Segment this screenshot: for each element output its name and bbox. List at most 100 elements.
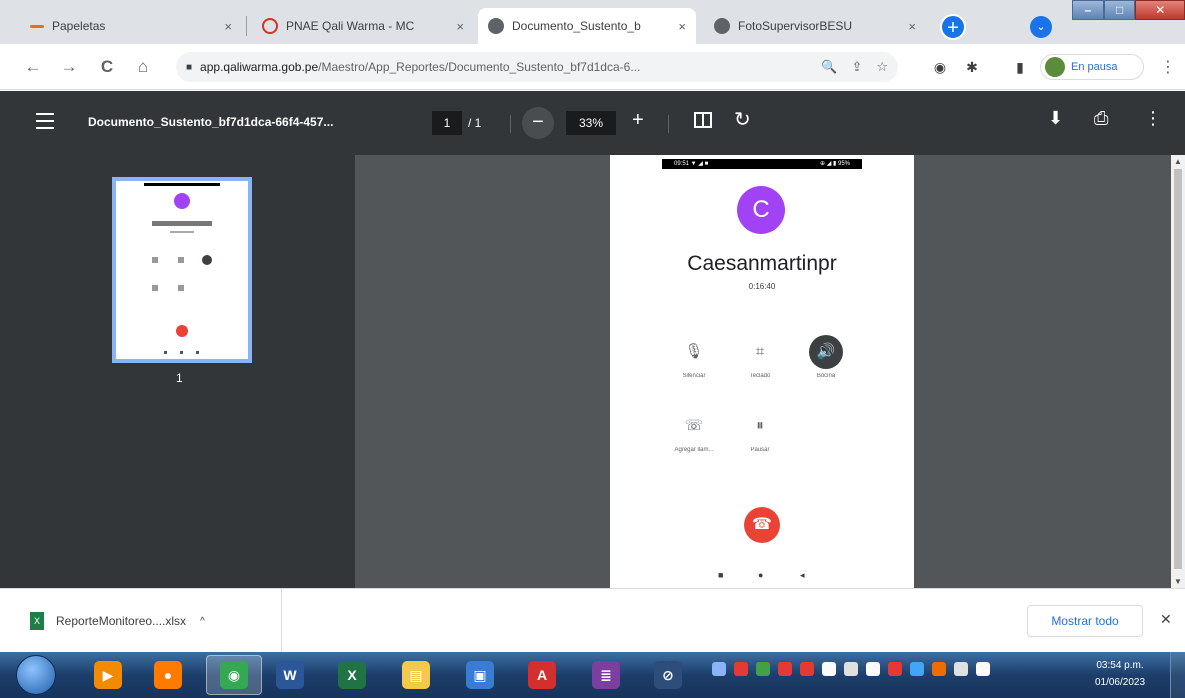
recents-nav-icon: ■: [718, 570, 724, 580]
tray-icon[interactable]: [954, 662, 968, 676]
status-left: 09:51 ▼ ◢ ■: [674, 161, 709, 167]
fit-to-page-icon[interactable]: [694, 112, 712, 128]
mute-control: 🎙 Silenciar: [664, 335, 724, 379]
tab-title: FotoSupervisorBESU: [738, 19, 853, 33]
download-shelf: X ReporteMonitoreo....xlsx ^ Mostrar tod…: [0, 588, 1185, 653]
bookmark-star-icon[interactable]: ☆: [876, 59, 888, 75]
tray-icon[interactable]: [932, 662, 946, 676]
print-icon[interactable]: ⎙: [1094, 108, 1108, 129]
taskbar-remote-button[interactable]: ▣: [452, 655, 508, 695]
scroll-up-icon[interactable]: ▲: [1174, 157, 1182, 166]
tray-icon[interactable]: [778, 662, 792, 676]
show-all-button[interactable]: Mostrar todo: [1027, 605, 1143, 637]
tab-title: Papeletas: [52, 19, 106, 33]
taskbar-explorer-button[interactable]: ▤: [388, 655, 444, 695]
tab-qali-warma[interactable]: PNAE Qali Warma - MC ×: [252, 8, 474, 44]
firefox-icon: ●: [154, 661, 182, 689]
chevron-up-icon[interactable]: ^: [200, 616, 205, 627]
acrobat-icon: A: [528, 661, 556, 689]
windows-taskbar: ▶ ● ◉ W X ▤ ▣ A ≣ ⊘ 03:54 p.m. 01/06/2023: [0, 652, 1185, 698]
clock[interactable]: 03:54 p.m. 01/06/2023: [1086, 657, 1154, 691]
pdf-scrollbar[interactable]: ▲ ▼: [1171, 155, 1185, 588]
safari-icon: ⊘: [654, 661, 682, 689]
tray-icon[interactable]: [822, 662, 836, 676]
start-button[interactable]: [16, 655, 56, 695]
tab-close-icon[interactable]: ×: [224, 19, 232, 34]
reload-button[interactable]: C: [96, 56, 118, 78]
tab-papeletas[interactable]: Papeletas ×: [20, 8, 242, 44]
forward-button[interactable]: →: [58, 56, 80, 78]
tray-icon[interactable]: [844, 662, 858, 676]
tray-icon[interactable]: [910, 662, 924, 676]
zoom-out-button[interactable]: −: [522, 107, 554, 139]
contact-avatar: C: [737, 186, 785, 234]
zoom-icon[interactable]: 🔍: [821, 59, 837, 75]
download-item[interactable]: X ReporteMonitoreo....xlsx ^: [0, 589, 282, 653]
papeletas-favicon-icon: [30, 24, 44, 28]
taskbar-word-button[interactable]: W: [262, 655, 318, 695]
clock-time: 03:54 p.m.: [1096, 660, 1144, 671]
side-panel-icon[interactable]: ▮: [1010, 57, 1030, 77]
scroll-down-icon[interactable]: ▼: [1174, 577, 1182, 586]
tab-foto-supervisor[interactable]: FotoSupervisorBESU ×: [704, 8, 926, 44]
puzzle-icon[interactable]: ✱: [962, 57, 982, 77]
taskbar-media-player-button[interactable]: ▶: [80, 655, 136, 695]
winrar-icon: ≣: [592, 661, 620, 689]
browser-menu-icon[interactable]: ⋮: [1160, 57, 1176, 77]
close-shelf-icon[interactable]: ✕: [1160, 611, 1172, 628]
tray-icon[interactable]: [888, 662, 902, 676]
tab-close-icon[interactable]: ×: [908, 19, 916, 34]
speaker-icon: 🔊: [809, 335, 843, 369]
new-tab-button[interactable]: +: [940, 14, 966, 40]
download-icon[interactable]: ⬇: [1048, 108, 1063, 129]
call-duration: 0:16:40: [748, 282, 776, 291]
status-right: ⊕ ◢ ▮ 95%: [820, 161, 850, 167]
url-text: app.qaliwarma.gob.pe/Maestro/App_Reporte…: [200, 60, 807, 74]
globe-icon: [488, 18, 504, 34]
scrollbar-thumb[interactable]: [1174, 169, 1182, 569]
taskbar-firefox-button[interactable]: ●: [140, 655, 196, 695]
clock-date: 01/06/2023: [1094, 677, 1146, 688]
home-button[interactable]: ⌂: [132, 56, 154, 78]
back-nav-icon: ◂: [800, 570, 805, 580]
microphone-off-icon: 🎙: [684, 343, 704, 360]
tray-icon[interactable]: [800, 662, 814, 676]
tab-close-icon[interactable]: ×: [678, 19, 686, 34]
show-desktop-button[interactable]: [1170, 652, 1185, 698]
rotate-icon[interactable]: ↻: [734, 107, 751, 132]
hold-control: ⏸ Pausar: [730, 409, 790, 453]
speaker-control: 🔊 Bocina: [796, 335, 856, 379]
extension-icon[interactable]: ◉: [930, 57, 950, 77]
back-button[interactable]: ←: [22, 56, 44, 78]
lock-icon: ■: [186, 61, 193, 73]
tray-icon[interactable]: [866, 662, 880, 676]
taskbar-acrobat-button[interactable]: A: [514, 655, 570, 695]
tray-icon[interactable]: [756, 662, 770, 676]
tray-icon[interactable]: [734, 662, 748, 676]
tab-documento-sustento[interactable]: Documento_Sustento_b ×: [478, 8, 696, 44]
home-nav-icon: ●: [758, 570, 764, 580]
maximize-button[interactable]: □: [1103, 0, 1136, 20]
tab-close-icon[interactable]: ×: [456, 19, 464, 34]
zoom-in-button[interactable]: +: [632, 109, 644, 132]
more-actions-icon[interactable]: ⋮: [1144, 108, 1162, 129]
download-filename: ReporteMonitoreo....xlsx: [56, 614, 187, 628]
tray-icon[interactable]: [976, 662, 990, 676]
taskbar-safari-button[interactable]: ⊘: [640, 655, 696, 695]
tab-search-button[interactable]: ⌄: [1030, 16, 1052, 38]
remote-icon: ▣: [466, 661, 494, 689]
share-icon[interactable]: ⇪: [851, 59, 862, 75]
page-number-input[interactable]: 1: [432, 111, 462, 135]
page-thumbnail[interactable]: [112, 177, 252, 363]
tray-icon[interactable]: [712, 662, 726, 676]
zoom-level-input[interactable]: 33%: [566, 111, 616, 135]
media-player-icon: ▶: [94, 661, 122, 689]
pdf-menu-icon[interactable]: [36, 113, 54, 129]
address-bar[interactable]: ■ app.qaliwarma.gob.pe/Maestro/App_Repor…: [176, 52, 898, 82]
profile-paused-button[interactable]: En pausa: [1040, 54, 1144, 80]
close-window-button[interactable]: ✕: [1135, 0, 1185, 20]
taskbar-winrar-button[interactable]: ≣: [578, 655, 634, 695]
taskbar-chrome-button[interactable]: ◉: [206, 655, 262, 695]
minimize-button[interactable]: –: [1072, 0, 1104, 20]
taskbar-excel-button[interactable]: X: [324, 655, 380, 695]
